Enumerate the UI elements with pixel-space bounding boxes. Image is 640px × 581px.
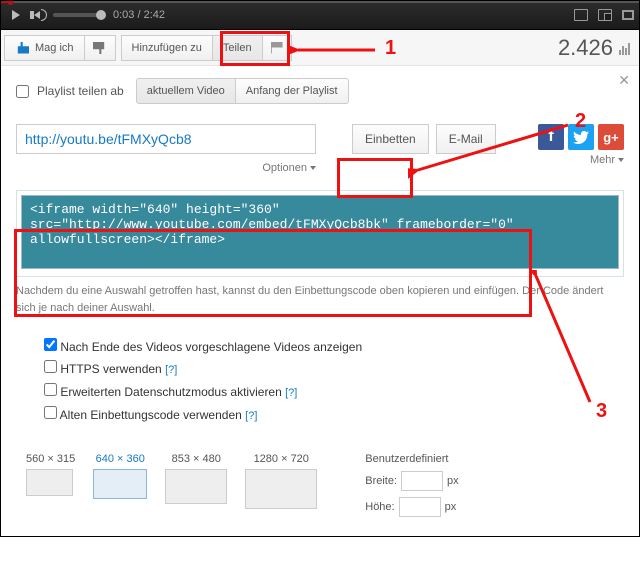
help-link[interactable]: [?] bbox=[165, 364, 177, 376]
custom-width-input[interactable] bbox=[401, 471, 443, 491]
stats-icon[interactable] bbox=[619, 41, 630, 55]
opt-suggested-videos[interactable] bbox=[44, 338, 57, 351]
play-icon[interactable] bbox=[12, 10, 20, 20]
progress-bar[interactable] bbox=[0, 0, 640, 3]
flag-icon bbox=[271, 42, 283, 54]
embed-button[interactable]: Einbetten bbox=[352, 124, 429, 154]
add-to-button[interactable]: Hinzufügen zu bbox=[121, 35, 213, 61]
theater-icon[interactable] bbox=[598, 9, 612, 21]
dislike-button[interactable] bbox=[84, 35, 116, 61]
embed-code-textarea[interactable]: <iframe width="640" height="360" src="ht… bbox=[21, 195, 619, 269]
size-custom: Benutzerdefiniert Breite:px Höhe:px bbox=[365, 453, 458, 517]
embed-options: Nach Ende des Videos vorgeschlagene Vide… bbox=[44, 336, 624, 427]
size-icon[interactable] bbox=[574, 9, 588, 21]
twitter-icon[interactable] bbox=[568, 124, 594, 150]
facebook-icon[interactable]: f bbox=[538, 124, 564, 150]
flag-button[interactable] bbox=[262, 35, 292, 61]
email-button[interactable]: E-Mail bbox=[436, 124, 496, 154]
opt-old-code[interactable] bbox=[44, 406, 57, 419]
tab-playlist-begin[interactable]: Anfang der Playlist bbox=[235, 78, 349, 104]
close-icon[interactable]: ✕ bbox=[618, 72, 630, 89]
volume-icon[interactable] bbox=[30, 9, 47, 21]
help-link[interactable]: [?] bbox=[245, 410, 257, 422]
chevron-down-icon bbox=[310, 166, 316, 170]
opt-privacy[interactable] bbox=[44, 383, 57, 396]
size-560[interactable]: 560 × 315 bbox=[26, 453, 75, 496]
custom-height-input[interactable] bbox=[399, 497, 441, 517]
google-plus-icon[interactable]: g+ bbox=[598, 124, 624, 150]
tab-current-video[interactable]: aktuellem Video bbox=[136, 78, 236, 104]
share-panel: ✕ Playlist teilen ab aktuellem Video Anf… bbox=[0, 66, 640, 537]
size-640[interactable]: 640 × 360 bbox=[93, 453, 147, 499]
volume-slider[interactable] bbox=[53, 13, 103, 17]
options-link[interactable]: Optionen bbox=[262, 162, 316, 174]
size-853[interactable]: 853 × 480 bbox=[165, 453, 227, 504]
view-count: 2.426 bbox=[558, 35, 636, 61]
chevron-down-icon bbox=[618, 158, 624, 162]
playlist-share-label: Playlist teilen ab bbox=[37, 84, 124, 98]
embed-hint: Nachdem du eine Auswahl getroffen hast, … bbox=[16, 283, 624, 316]
fullscreen-icon[interactable] bbox=[622, 10, 634, 20]
action-bar: Mag ich Hinzufügen zu Teilen 2.426 bbox=[0, 30, 640, 66]
help-link[interactable]: [?] bbox=[285, 387, 297, 399]
opt-https[interactable] bbox=[44, 360, 57, 373]
share-url-input[interactable] bbox=[16, 124, 316, 154]
thumb-up-icon bbox=[15, 42, 29, 54]
video-player-controls: 0:03 / 2:42 bbox=[0, 0, 640, 30]
size-1280[interactable]: 1280 × 720 bbox=[245, 453, 317, 509]
playlist-share-checkbox[interactable] bbox=[16, 85, 29, 98]
size-presets: 560 × 315 640 × 360 853 × 480 1280 × 720… bbox=[26, 453, 624, 517]
like-button[interactable]: Mag ich bbox=[4, 35, 85, 61]
share-button[interactable]: Teilen bbox=[212, 35, 263, 61]
more-link[interactable]: Mehr bbox=[538, 154, 624, 166]
time-display: 0:03 / 2:42 bbox=[113, 9, 165, 21]
thumb-down-icon bbox=[93, 42, 107, 54]
